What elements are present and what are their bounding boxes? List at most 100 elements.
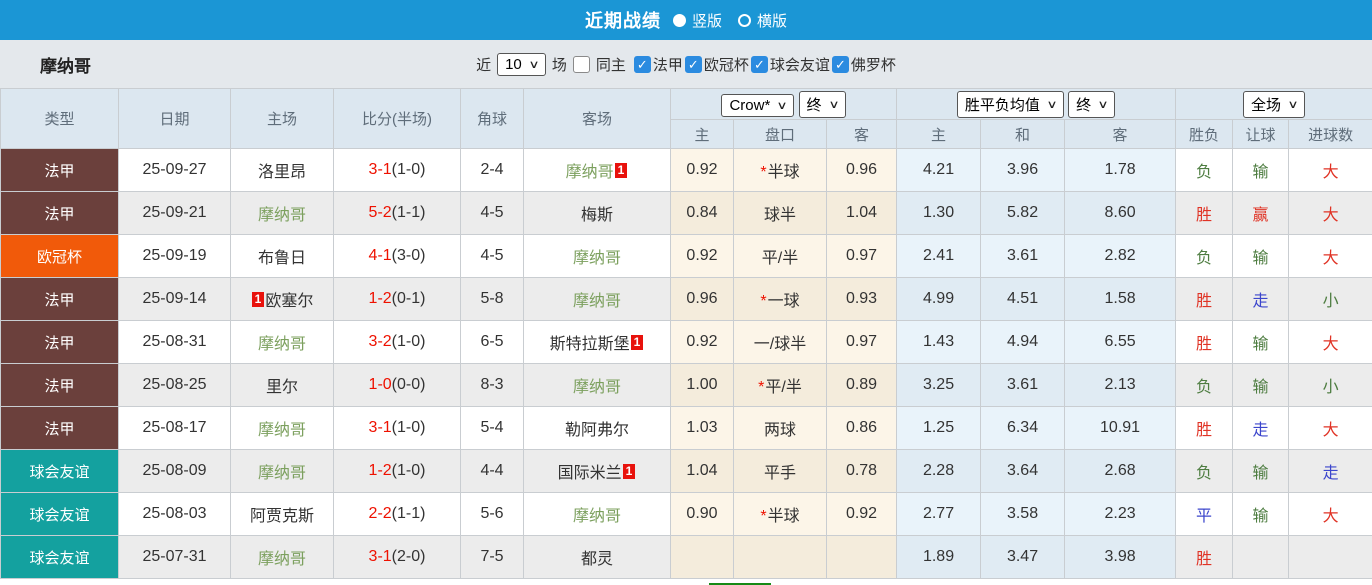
asia-source-select[interactable]: Crow* ∨ xyxy=(721,93,795,117)
asia-home-odds: 1.03 xyxy=(670,406,734,450)
same-home-checkbox[interactable]: ✓ xyxy=(572,55,590,73)
sub-header-asia-away: 客 xyxy=(825,119,898,149)
asia-away-odds: 0.86 xyxy=(825,406,898,450)
full-score[interactable]: 3-1 xyxy=(369,419,392,436)
result-cell: 胜 xyxy=(1175,277,1234,321)
corner-count: 4-4 xyxy=(460,449,524,493)
scope-select[interactable]: 全场 ∨ xyxy=(1243,90,1306,118)
result-cell: 负 xyxy=(1175,449,1234,493)
score-cell: 2-2(1-1) xyxy=(333,492,461,536)
handicap-line: 球半 xyxy=(733,191,827,235)
col-header-corner: 角球 xyxy=(460,88,524,149)
table-row: 法甲 25-09-21 摩纳哥 5-2(1-1) 4-5 梅斯 0.84 球半 1.04 1.30… xyxy=(0,191,1372,235)
goals-result-cell: 大 xyxy=(1288,148,1372,192)
match-date: 25-09-14 xyxy=(118,277,231,321)
table-row: 球会友谊 25-08-09 摩纳哥 1-2(1-0) 4-4 国际米兰 1 1.04 平手 0.7… xyxy=(0,449,1372,493)
away-cell: 都灵 xyxy=(523,535,671,579)
euro-home-odds: 1.89 xyxy=(896,535,982,579)
handicap-line: *平/半 xyxy=(733,363,827,407)
result-cell: 负 xyxy=(1175,234,1234,278)
full-score[interactable]: 5-2 xyxy=(369,204,392,221)
home-cell: 1 欧塞尔 xyxy=(230,277,334,321)
match-date: 25-09-27 xyxy=(118,148,231,192)
full-score[interactable]: 1-2 xyxy=(369,462,392,479)
handicap-result-cell: 输 xyxy=(1232,449,1290,493)
score-cell: 4-1(3-0) xyxy=(333,234,461,278)
half-score: (2-0) xyxy=(391,548,426,565)
sub-header-handicap: 盘口 xyxy=(733,119,827,149)
goals-result-cell: 走 xyxy=(1288,449,1372,493)
euro-draw-odds: 4.51 xyxy=(980,277,1066,321)
home-cell: 布鲁日 xyxy=(230,234,334,278)
handicap-line: *一球 xyxy=(733,277,827,321)
euro-away-odds: 2.82 xyxy=(1064,234,1177,278)
half-score: (0-1) xyxy=(391,290,426,307)
competition-checkbox[interactable]: ✓ xyxy=(831,55,849,73)
radio-icon xyxy=(738,13,751,27)
euro-away-odds: 2.23 xyxy=(1064,492,1177,536)
competition-label: 球会友谊 xyxy=(769,56,830,74)
euro-draw-odds: 3.61 xyxy=(980,363,1066,407)
half-score: (1-1) xyxy=(391,204,426,221)
asia-home-odds: 1.04 xyxy=(670,449,734,493)
full-score[interactable]: 4-1 xyxy=(369,247,392,264)
full-score[interactable]: 2-2 xyxy=(369,505,392,522)
euro-source-select[interactable]: 胜平负均值 ∨ xyxy=(956,90,1064,118)
euro-time-select[interactable]: 终 ∨ xyxy=(1068,90,1116,118)
star-marker: * xyxy=(760,164,767,181)
away-team-name: 摩纳哥 xyxy=(572,250,621,267)
competition-checkbox[interactable]: ✓ xyxy=(633,55,651,73)
match-count-value: 10 xyxy=(505,55,522,73)
corner-count: 7-5 xyxy=(460,535,524,579)
match-type-badge: 欧冠杯 xyxy=(0,234,119,278)
competition-filter-3: ✓ 佛罗杯 xyxy=(831,54,896,75)
match-count-select[interactable]: 10 ∨ xyxy=(497,52,546,76)
euro-away-odds: 2.13 xyxy=(1064,363,1177,407)
full-score[interactable]: 3-1 xyxy=(369,161,392,178)
match-date: 25-08-03 xyxy=(118,492,231,536)
match-rows: 法甲 25-09-27 洛里昂 3-1(1-0) 2-4 摩纳哥 1 0.92 *半球 0.96 4… xyxy=(0,148,1372,579)
competition-label: 欧冠杯 xyxy=(703,56,749,74)
home-cell: 摩纳哥 xyxy=(230,449,334,493)
full-score[interactable]: 1-0 xyxy=(369,376,392,393)
handicap-result-cell: 输 xyxy=(1232,320,1290,364)
asia-time-select[interactable]: 终 ∨ xyxy=(798,90,846,118)
chevron-down-icon: ∨ xyxy=(1046,98,1058,111)
competition-checkbox[interactable]: ✓ xyxy=(750,55,768,73)
filter-controls: 近 10∨ 场 ✓ 同主 ✓法甲✓欧冠杯✓球会友谊✓佛罗杯 xyxy=(476,52,896,76)
results-table: 类型 日期 主场 比分(半场) 角球 客场 Crow* ∨ 终 ∨ 胜平负均值 ∨ 终… xyxy=(0,88,1372,579)
competition-label: 佛罗杯 xyxy=(850,56,896,74)
full-score[interactable]: 3-1 xyxy=(369,548,392,565)
match-type-badge: 球会友谊 xyxy=(0,535,119,579)
table-row: 法甲 25-08-25 里尔 1-0(0-0) 8-3 摩纳哥 1.00 *平/半 0.89 3.… xyxy=(0,363,1372,407)
home-team-name: 欧塞尔 xyxy=(265,293,314,310)
euro-away-odds: 8.60 xyxy=(1064,191,1177,235)
handicap-line: 一/球半 xyxy=(733,320,827,364)
half-score: (1-0) xyxy=(391,462,426,479)
sub-header-result: 胜负 xyxy=(1175,119,1234,149)
euro-draw-odds: 3.96 xyxy=(980,148,1066,192)
full-score[interactable]: 1-2 xyxy=(369,290,392,307)
corner-count: 5-6 xyxy=(460,492,524,536)
filter-bar: 摩纳哥 近 10∨ 场 ✓ 同主 ✓法甲✓欧冠杯✓球会友谊✓佛罗杯 xyxy=(0,40,1372,88)
layout-radio-0[interactable]: 竖版 xyxy=(672,10,722,31)
chevron-down-icon: ∨ xyxy=(1097,98,1109,111)
match-date: 25-07-31 xyxy=(118,535,231,579)
home-team-name: 洛里昂 xyxy=(257,164,306,181)
away-cell: 斯特拉斯堡 1 xyxy=(523,320,671,364)
result-cell: 胜 xyxy=(1175,320,1234,364)
col-header-date: 日期 xyxy=(118,88,231,149)
handicap-result-cell xyxy=(1232,535,1290,579)
home-cell: 摩纳哥 xyxy=(230,406,334,450)
layout-radio-1[interactable]: 横版 xyxy=(738,10,787,31)
competition-checkbox[interactable]: ✓ xyxy=(684,55,702,73)
asia-away-odds xyxy=(825,535,898,579)
match-date: 25-08-25 xyxy=(118,363,231,407)
euro-draw-odds: 5.82 xyxy=(980,191,1066,235)
away-team-name: 国际米兰 xyxy=(557,465,622,482)
euro-away-odds: 2.68 xyxy=(1064,449,1177,493)
full-score[interactable]: 3-2 xyxy=(369,333,392,350)
handicap-line xyxy=(733,535,827,579)
away-team-name: 梅斯 xyxy=(580,207,613,224)
chevron-down-icon: ∨ xyxy=(1287,98,1299,111)
